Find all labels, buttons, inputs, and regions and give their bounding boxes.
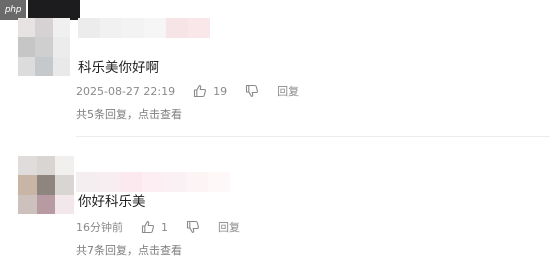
username-pixel [120, 172, 142, 192]
like-count: 1 [161, 220, 168, 234]
reply-button[interactable]: 回复 [277, 83, 299, 99]
username-pixel [100, 18, 122, 38]
avatar-pixel [18, 18, 36, 38]
reply-button[interactable]: 回复 [218, 219, 240, 235]
username-pixel [188, 18, 210, 38]
comment-time: 16分钟前 [76, 221, 123, 234]
username-pixel [144, 18, 166, 38]
comment-text: 科乐美你好啊 [78, 60, 159, 76]
comment-meta: 2025-08-27 22:19 19 回复 [76, 82, 299, 100]
avatar-pixel [55, 156, 74, 176]
avatar-pixel [18, 37, 36, 57]
dislike-button[interactable] [245, 84, 259, 98]
avatar-pixel [18, 194, 37, 214]
comment-meta: 16分钟前 1 回复 [76, 218, 240, 236]
comment-divider [76, 136, 550, 137]
avatar-pixel [36, 175, 56, 195]
avatar-pixel [52, 56, 70, 76]
username-pixel [76, 172, 98, 192]
username-pixel [164, 172, 186, 192]
username-pixel [122, 18, 144, 38]
username-redacted[interactable] [76, 172, 230, 192]
avatar-pixel [18, 175, 37, 195]
avatar-pixel [55, 175, 74, 195]
comment-text: 你好科乐美 [78, 194, 146, 210]
username-pixel [78, 18, 100, 38]
username-pixel [186, 172, 208, 192]
comment-item: 你好科乐美 16分钟前 1 回复 共7条回复，点击查看 [0, 138, 550, 272]
avatar[interactable] [18, 18, 70, 76]
username-pixel [98, 172, 120, 192]
thumbs-up-icon [141, 220, 155, 234]
like-button[interactable]: 1 [141, 220, 168, 234]
avatar-pixel [36, 156, 56, 176]
comment-time: 2025-08-27 22:19 [76, 84, 176, 98]
avatar-pixel [35, 37, 53, 57]
avatar-pixel [52, 37, 70, 57]
username-pixel [142, 172, 164, 192]
username-redacted[interactable] [78, 18, 210, 38]
avatar-pixel [35, 18, 53, 38]
avatar-pixel [35, 56, 53, 76]
comment-item: 科乐美你好啊 2025-08-27 22:19 19 回复 共5条回复，点击查看 [0, 0, 550, 136]
avatar-pixel [36, 194, 56, 214]
like-count: 19 [213, 84, 228, 98]
avatar-pixel [18, 56, 36, 76]
avatar[interactable] [18, 156, 74, 214]
replies-summary-link[interactable]: 共5条回复，点击查看 [76, 106, 182, 122]
thumbs-down-icon [245, 84, 259, 98]
replies-summary-link[interactable]: 共7条回复，点击查看 [76, 242, 182, 258]
dislike-button[interactable] [186, 220, 200, 234]
like-button[interactable]: 19 [193, 84, 227, 98]
username-pixel [208, 172, 230, 192]
avatar-pixel [55, 194, 74, 214]
avatar-pixel [18, 156, 37, 176]
thumbs-down-icon [186, 220, 200, 234]
avatar-pixel [52, 18, 70, 38]
username-pixel [166, 18, 188, 38]
thumbs-up-icon [193, 84, 207, 98]
